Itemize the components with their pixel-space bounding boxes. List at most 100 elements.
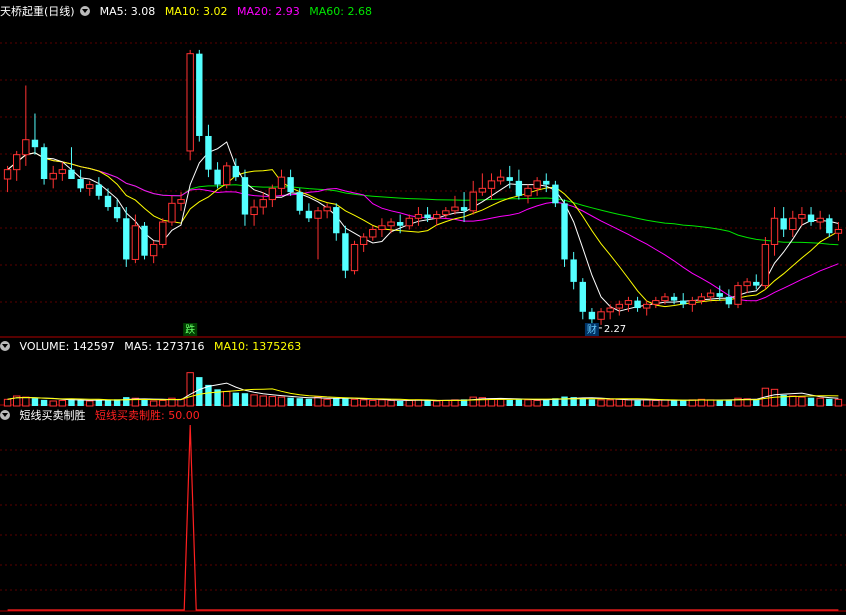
volume-bar: [798, 396, 806, 407]
candle-body: [359, 236, 368, 245]
volume-bar: [359, 399, 368, 407]
candle-body: [277, 176, 286, 189]
candle-body: [506, 177, 513, 181]
candle-body: [697, 296, 706, 302]
candle-body: [661, 296, 669, 302]
candle-body: [323, 206, 331, 212]
candle-body: [826, 218, 833, 234]
candle-body: [186, 53, 194, 152]
candle-body: [49, 172, 57, 180]
volume-bar: [159, 399, 167, 407]
dropdown-icon[interactable]: [0, 410, 10, 420]
volume-bar: [725, 399, 733, 406]
volume-bar: [688, 399, 697, 407]
candle-body: [570, 259, 577, 282]
candle-body: [369, 229, 377, 238]
candle-body: [725, 296, 733, 305]
candle-body: [214, 169, 221, 185]
volume-bar: [753, 399, 760, 406]
volume-panel-header: VOLUME: 142597 MA5: 1273716 MA10: 137526…: [0, 339, 307, 355]
volume-bar: [496, 398, 505, 407]
volume-bar: [196, 377, 203, 406]
volume-bar: [442, 399, 450, 407]
candle-body: [40, 147, 48, 179]
candle-body: [168, 202, 176, 223]
volume-bar: [123, 397, 130, 406]
volume-bar: [387, 399, 395, 407]
candle-body: [405, 217, 414, 227]
volume-bar: [95, 400, 103, 406]
volume-bar: [223, 391, 231, 407]
candle-body: [624, 300, 633, 305]
volume-bar: [524, 399, 532, 407]
candle-body: [424, 214, 431, 219]
candle-body: [469, 191, 477, 212]
volume-bar: [424, 400, 431, 406]
volume-bar: [177, 398, 185, 407]
volume-bar: [816, 397, 824, 407]
candle-body: [615, 303, 624, 309]
volume-bar: [680, 400, 687, 406]
candle-body: [250, 206, 258, 216]
candle-body: [433, 214, 441, 219]
candle-body: [387, 221, 395, 227]
volume-bar: [77, 399, 84, 406]
volume-bar: [561, 396, 568, 406]
price-ma20-label: MA20: 2.93: [237, 5, 300, 18]
candle-body: [597, 311, 605, 320]
volume-bar: [826, 398, 833, 406]
volume-bar: [670, 400, 678, 406]
candle-body: [68, 169, 75, 179]
candle-body: [104, 195, 112, 208]
volume-bar: [433, 400, 441, 407]
candle-body: [478, 187, 487, 193]
volume-bar: [205, 384, 212, 406]
fall-marker: 跌: [185, 323, 195, 336]
candle-body: [670, 296, 678, 301]
volume-bar: [716, 400, 723, 406]
candle-body: [149, 243, 158, 257]
candle-body: [396, 222, 404, 226]
candle-body: [3, 169, 12, 180]
candle-body: [496, 176, 505, 182]
candle-body: [579, 281, 586, 312]
candle-body: [606, 307, 614, 313]
candle-body: [305, 210, 313, 219]
candle-body: [287, 177, 294, 193]
dropdown-icon[interactable]: [0, 341, 10, 351]
dropdown-icon[interactable]: [80, 6, 91, 16]
volume-bar: [31, 398, 39, 406]
volume-bar: [789, 395, 797, 407]
candle-body: [86, 184, 94, 189]
candle-body: [706, 292, 715, 298]
candle-body: [259, 199, 267, 208]
candle-body: [58, 169, 67, 174]
volume-bar: [305, 398, 313, 406]
candle-body: [552, 184, 559, 204]
price-ma10-label: MA10: 3.02: [164, 5, 228, 18]
volume-bar: [396, 401, 404, 406]
volume-bar: [652, 399, 660, 407]
volume-bar: [104, 399, 112, 406]
candle-body: [652, 300, 660, 305]
volume-bar: [634, 400, 641, 406]
volume-bar: [141, 399, 148, 406]
volume-bar: [624, 399, 633, 407]
volume-bar: [268, 396, 277, 407]
price-ma5-label: MA5: 3.08: [99, 5, 156, 18]
volume-bar: [834, 398, 843, 407]
candle-body: [177, 199, 185, 204]
price-panel-header: 天桥起重(日线) MA5: 3.08 MA10: 3.02 MA20: 2.93…: [0, 4, 378, 20]
candle-body: [77, 179, 84, 189]
low-price-annotation: 2.27: [604, 324, 626, 335]
candle-body: [680, 300, 687, 305]
candle-body: [31, 139, 39, 148]
candle-body: [588, 311, 596, 320]
candle-body: [296, 192, 303, 211]
candle-body: [13, 154, 21, 171]
candle-body: [241, 177, 249, 215]
volume-bar: [287, 397, 294, 406]
volume-bar: [40, 399, 48, 406]
volume-bar: [3, 398, 12, 407]
volume-bar: [807, 397, 815, 406]
